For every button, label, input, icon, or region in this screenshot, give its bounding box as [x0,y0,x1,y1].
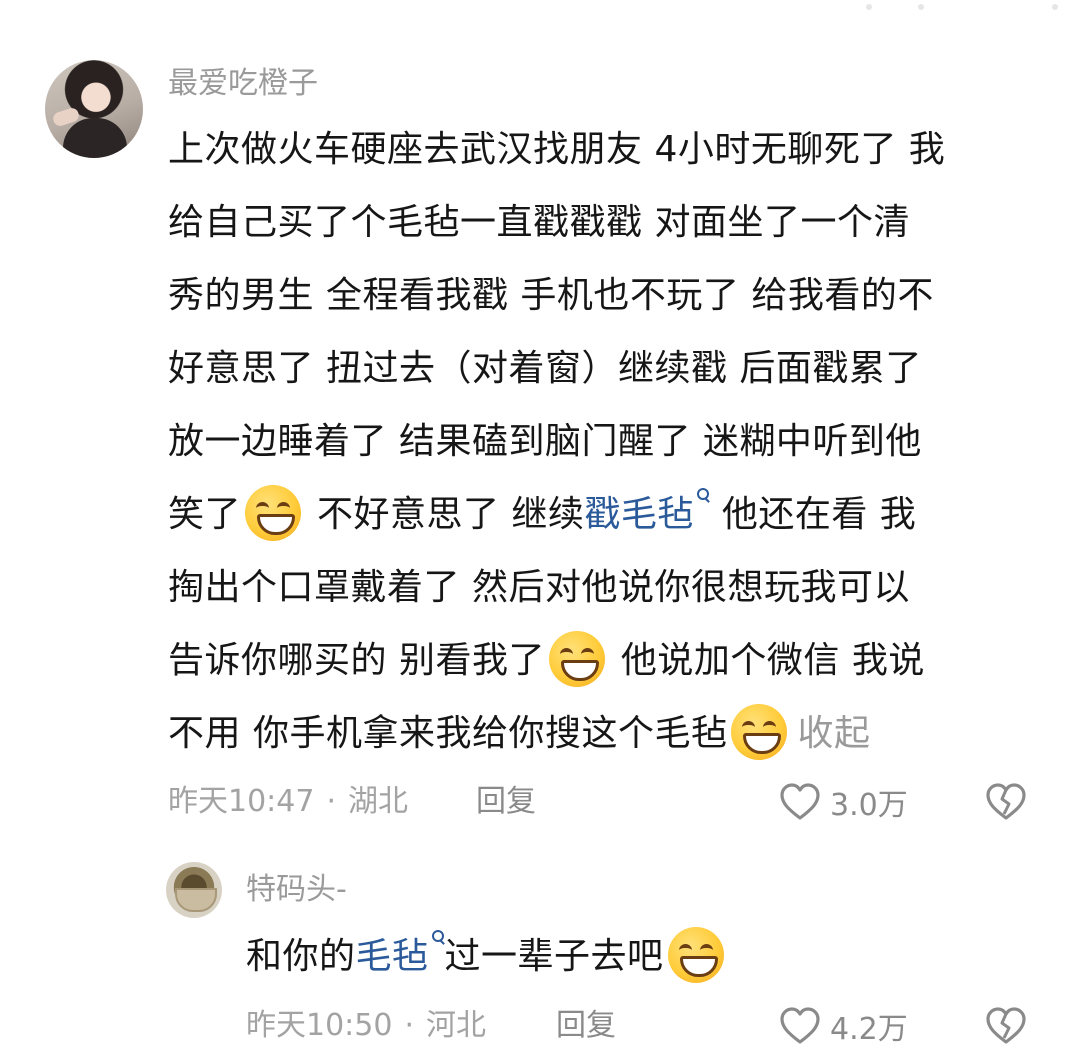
comment-text-segment: 上次做火车硬座去武汉找朋友 4小时无聊死了 我 [168,129,946,170]
search-icon[interactable] [431,930,445,950]
comment-line: 和你的毛毡 过一辈子去吧 [246,920,728,993]
reply-button[interactable]: 回复 [556,1006,616,1046]
meta-separator: · [326,784,337,819]
comment-text-segment: 不用 你手机拿来我给你搜这个毛毡 [168,713,728,754]
comment-timestamp: 昨天10:50 [246,1008,393,1043]
like-button[interactable]: 3.0万 [778,780,908,824]
dislike-button[interactable] [984,780,1028,828]
comment-line: 秀的男生 全程看我戳 手机也不玩了 给我看的不 [168,259,945,332]
comment-body: 上次做火车硬座去武汉找朋友 4小时无聊死了 我 给自己买了个毛毡一直戳戳戳 对面… [168,113,945,770]
comment-timestamp: 昨天10:47 [168,784,315,819]
grinning-face-icon [245,485,302,541]
comment-line: 上次做火车硬座去武汉找朋友 4小时无聊死了 我 [168,113,945,186]
comment-text-segment: 过一辈子去吧 [444,936,664,977]
comment-location: 河北 [426,1008,487,1043]
avatar-figure [63,118,127,158]
comment-meta: 昨天10:47 · 湖北 [168,782,408,822]
like-button[interactable]: 4.2万 [778,1004,908,1048]
meta-separator: · [404,1008,415,1043]
comment-text-segment: 笑了 [168,494,242,535]
like-count: 3.0万 [830,788,908,823]
grinning-face-icon [731,704,788,760]
avatar[interactable] [166,862,222,918]
heart-icon[interactable] [778,780,822,824]
comment-text-segment: 和你的 [246,936,356,977]
comment-text-segment: 不好意思了 继续 [305,494,585,535]
comment-text-segment: 放一边睡着了 结果磕到脑门醒了 迷糊中听到他 [168,421,922,462]
status-dot [918,4,924,10]
comment-text-segment: 告诉你哪买的 别看我了 [168,640,545,681]
comment-meta: 昨天10:50 · 河北 [246,1006,486,1046]
collapse-button[interactable]: 收起 [797,713,870,754]
comment-text-segment: 他还在看 我 [709,494,917,535]
comment-line: 好意思了 扭过去（对着窗）继续戳 后面戳累了 [168,332,945,405]
comment-line: 告诉你哪买的 别看我了 他说加个微信 我说 [168,624,945,697]
comment-line: 给自己买了个毛毡一直戳戳戳 对面坐了一个清 [168,186,945,259]
reply-button[interactable]: 回复 [476,782,536,822]
comment-line: 笑了 不好意思了 继续戳毛毡 他还在看 我 [168,478,945,551]
dislike-button[interactable] [984,1004,1028,1052]
comment-line: 放一边睡着了 结果磕到脑门醒了 迷糊中听到他 [168,405,945,478]
search-keyword-link[interactable]: 戳毛毡 [584,488,710,535]
avatar[interactable] [45,60,143,158]
comment-text-segment: 他说加个微信 我说 [608,640,925,681]
grinning-face-icon [667,927,724,983]
like-count: 4.2万 [830,1012,908,1047]
comment-line: 掏出个口罩戴着了 然后对他说你很想玩我可以 [168,551,945,624]
comment-text-segment: 掏出个口罩戴着了 然后对他说你很想玩我可以 [168,567,910,608]
comment-text-segment: 给自己买了个毛毡一直戳戳戳 对面坐了一个清 [168,202,910,243]
avatar-figure [175,888,217,912]
comment-username[interactable]: 特码头- [246,872,347,908]
status-dot [866,4,872,10]
comment-line: 不用 你手机拿来我给你搜这个毛毡 收起 [168,697,945,770]
heart-icon[interactable] [778,1004,822,1048]
broken-heart-icon[interactable] [984,1004,1028,1048]
search-keyword-text[interactable]: 毛毡 [356,936,429,977]
grinning-face-icon [548,631,605,687]
search-keyword-link[interactable]: 毛毡 [356,930,445,977]
comment-location: 湖北 [348,784,409,819]
status-dot [1052,4,1058,10]
search-icon[interactable] [696,488,710,508]
comment-body: 和你的毛毡 过一辈子去吧 [246,920,728,993]
comment-thread: 最爱吃橙子 上次做火车硬座去武汉找朋友 4小时无聊死了 我 给自己买了个毛毡一直… [0,0,1080,1055]
comment-text-segment: 好意思了 扭过去（对着窗）继续戳 后面戳累了 [168,348,922,389]
search-keyword-text[interactable]: 戳毛毡 [584,494,694,535]
comment-text-segment: 秀的男生 全程看我戳 手机也不玩了 给我看的不 [168,275,934,316]
comment-username[interactable]: 最爱吃橙子 [168,66,318,102]
broken-heart-icon[interactable] [984,780,1028,824]
